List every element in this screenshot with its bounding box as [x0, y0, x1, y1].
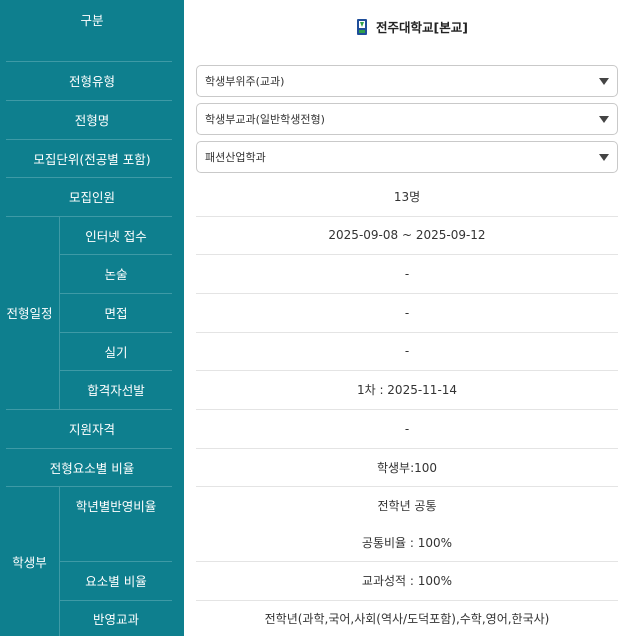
label-record-group: 학생부 — [12, 554, 47, 570]
admission-type-selected: 학생부위주(교과) — [205, 75, 285, 88]
chevron-down-icon[interactable] — [599, 154, 609, 161]
recruit-count-value: 13명 — [393, 190, 421, 204]
label-schedule-essay: 논술 — [104, 267, 128, 282]
schedule-essay-value: - — [404, 266, 410, 281]
label-schedule-practical: 실기 — [104, 344, 128, 360]
schedule-interview-value: - — [404, 305, 410, 320]
subjects-value: 전학년(과학,국어,사회(역사/도덕포함),수학,영어,한국사) — [264, 611, 550, 626]
school-header: 전주대학교[본교] — [356, 17, 468, 36]
label-admission-name: 전형명 — [74, 113, 110, 128]
label-subjects: 반영교과 — [92, 611, 139, 627]
admission-name-selected: 학생부교과(일반학생전형) — [205, 113, 325, 126]
qualification-value: - — [404, 421, 410, 436]
school-emblem-icon — [356, 18, 368, 36]
admission-type-select[interactable]: 학생부위주(교과) — [196, 65, 618, 97]
label-schedule-internet: 인터넷 접수 — [85, 228, 147, 244]
recruit-unit-selected: 패션산업학과 — [205, 151, 266, 164]
label-element-ratio: 전형요소별 비율 — [49, 460, 135, 476]
label-schedule-result: 합격자선발 — [87, 383, 145, 398]
label-recruit-unit: 모집단위(전공별 포함) — [33, 151, 151, 167]
school-name: 전주대학교[본교] — [376, 20, 468, 35]
admission-name-select[interactable]: 학생부교과(일반학생전형) — [196, 103, 618, 135]
admission-info-table: 구분 전주대학교[본교] 전형유형 학생부위주(교과) 전형명 학생부교과(일반… — [0, 0, 632, 636]
element-ratio-value: 학생부:100 — [376, 460, 438, 475]
label-schedule-group: 전형일정 — [6, 306, 53, 321]
schedule-result-value: 1차 : 2025-11-14 — [356, 383, 458, 397]
chevron-down-icon[interactable] — [599, 78, 609, 85]
record-element-ratio-value: 교과성적 : 100% — [361, 574, 453, 588]
label-grade-ratio: 학년별반영비율 — [75, 499, 157, 514]
label-record-element-ratio: 요소별 비율 — [85, 574, 147, 589]
label-schedule-interview: 면접 — [104, 306, 128, 321]
divider — [196, 486, 618, 487]
schedule-practical-value: - — [404, 344, 410, 358]
label-category: 구분 — [80, 13, 104, 28]
label-admission-type: 전형유형 — [68, 74, 115, 89]
grade-ratio-line2: 공통비율 : 100% — [361, 535, 453, 550]
label-recruit-count: 모집인원 — [68, 190, 115, 205]
recruit-unit-select[interactable]: 패션산업학과 — [196, 141, 618, 173]
label-qualification: 지원자격 — [68, 422, 115, 437]
chevron-down-icon[interactable] — [599, 116, 609, 123]
schedule-internet-value: 2025-09-08 ~ 2025-09-12 — [328, 228, 486, 242]
grade-ratio-line1: 전학년 공통 — [377, 498, 437, 513]
